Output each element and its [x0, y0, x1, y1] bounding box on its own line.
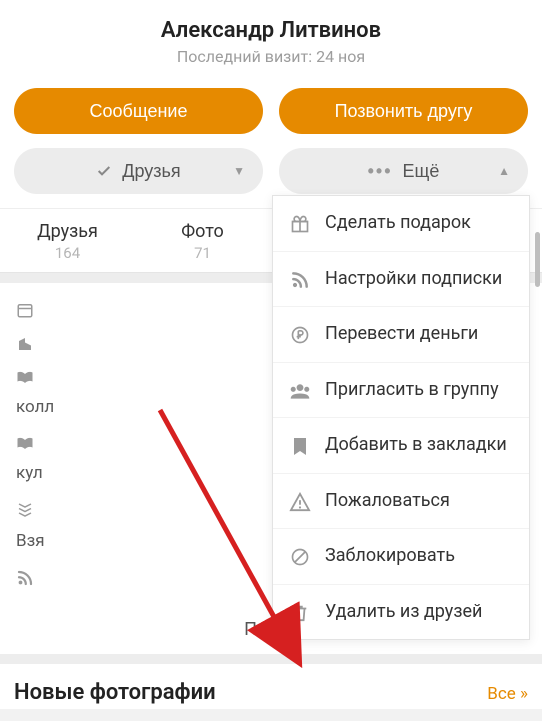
menu-item-subscribe-label: Настройки подписки — [325, 268, 502, 291]
call-friend-button[interactable]: Позвонить другу — [279, 88, 528, 134]
rss-icon — [289, 270, 311, 290]
more-dropdown-button[interactable]: ••• Ещё ▲ — [279, 148, 528, 194]
more-menu: Сделать подарок Настройки подписки Перев… — [272, 195, 530, 640]
chevron-up-icon: ▲ — [498, 164, 510, 178]
ruble-icon — [289, 325, 311, 345]
profile-header: Александр Литвинов Последний визит: 24 н… — [0, 0, 542, 76]
menu-item-gift[interactable]: Сделать подарок — [273, 196, 529, 251]
group-icon — [289, 381, 311, 401]
bookmark-icon — [289, 436, 311, 456]
book-icon — [14, 369, 36, 385]
chevron-down-icon: ▼ — [233, 164, 245, 178]
gift-icon — [289, 214, 311, 234]
rss-icon — [14, 569, 36, 587]
trash-icon — [289, 603, 311, 623]
scrollbar-indicator[interactable] — [535, 232, 540, 287]
message-button[interactable]: Сообщение — [14, 88, 263, 134]
primary-actions: Сообщение Позвонить другу — [0, 76, 542, 144]
tab-photos-count: 71 — [135, 244, 270, 262]
book-icon — [14, 435, 36, 451]
warning-icon — [289, 492, 311, 512]
menu-item-bookmark[interactable]: Добавить в закладки — [273, 417, 529, 473]
menu-item-report[interactable]: Пожаловаться — [273, 473, 529, 529]
menu-item-unfriend-label: Удалить из друзей — [325, 601, 482, 624]
chevrons-icon — [14, 501, 36, 519]
friends-dropdown-button[interactable]: Друзья ▼ — [14, 148, 263, 194]
menu-item-invite[interactable]: Пригласить в группу — [273, 362, 529, 418]
menu-item-unfriend[interactable]: Удалить из друзей — [273, 584, 529, 640]
all-photos-link[interactable]: Все » — [487, 684, 528, 704]
menu-item-money[interactable]: Перевести деньги — [273, 306, 529, 362]
tab-friends-count: 164 — [0, 244, 135, 262]
building-icon — [14, 335, 36, 353]
check-icon — [96, 163, 112, 179]
menu-item-bookmark-label: Добавить в закладки — [325, 434, 507, 457]
last-visit: Последний визит: 24 ноя — [0, 47, 542, 66]
profile-name: Александр Литвинов — [0, 18, 542, 43]
menu-item-report-label: Пожаловаться — [325, 490, 450, 513]
friends-btn-label: Друзья — [122, 161, 180, 182]
photos-section-header: Новые фотографии Все » — [0, 654, 542, 709]
more-btn-label: Ещё — [403, 161, 440, 182]
calendar-icon — [14, 301, 36, 319]
menu-item-invite-label: Пригласить в группу — [325, 379, 499, 402]
menu-item-block[interactable]: Заблокировать — [273, 528, 529, 584]
tab-friends[interactable]: Друзья 164 — [0, 209, 135, 272]
tab-friends-label: Друзья — [0, 221, 135, 242]
more-dots-icon: ••• — [368, 161, 393, 182]
photos-section-title: Новые фотографии — [14, 680, 216, 705]
tab-photos[interactable]: Фото 71 — [135, 209, 270, 272]
menu-item-block-label: Заблокировать — [325, 545, 455, 568]
menu-item-gift-label: Сделать подарок — [325, 212, 471, 235]
menu-item-money-label: Перевести деньги — [325, 323, 478, 346]
block-icon — [289, 547, 311, 567]
tab-photos-label: Фото — [135, 221, 270, 242]
menu-item-subscribe[interactable]: Настройки подписки — [273, 251, 529, 307]
